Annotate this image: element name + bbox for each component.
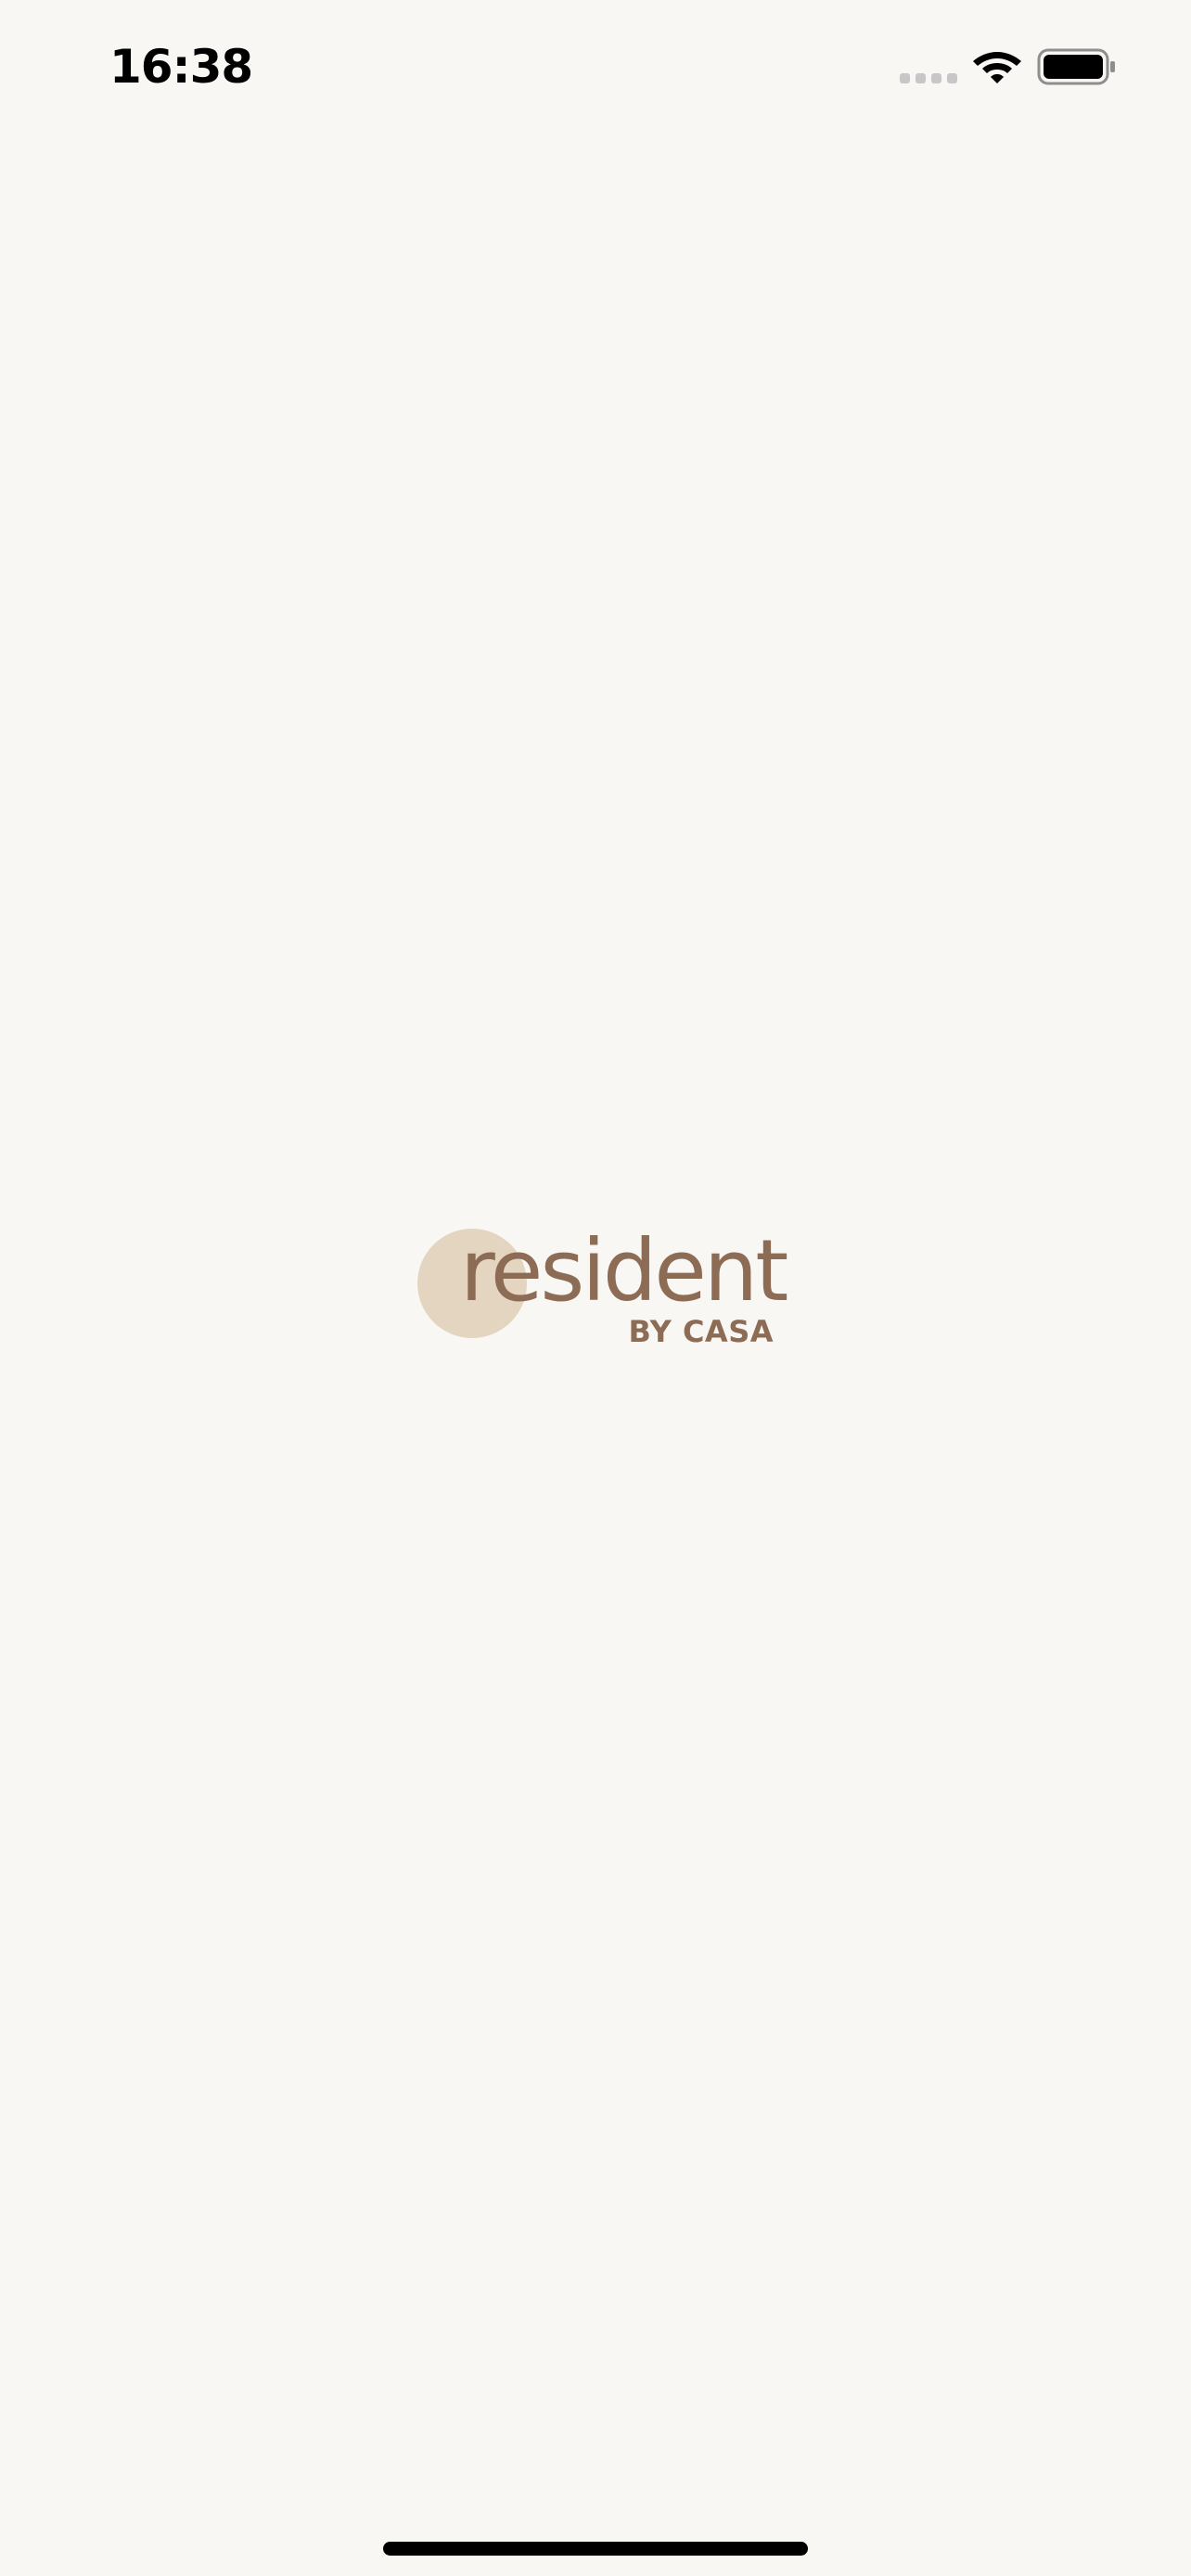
- signal-dot: [900, 73, 910, 83]
- signal-dot: [931, 73, 941, 83]
- app-logo: resident BY CASA: [417, 1221, 788, 1352]
- status-bar: 16:38: [0, 0, 1191, 130]
- battery-icon: [1037, 48, 1115, 85]
- signal-dot: [947, 73, 957, 83]
- signal-dot: [916, 73, 926, 83]
- cellular-signal-icon: [900, 73, 957, 84]
- status-time: 16:38: [109, 40, 253, 94]
- wifi-icon: [973, 52, 1021, 83]
- logo-tagline: BY CASA: [628, 1314, 774, 1349]
- home-indicator[interactable]: [383, 2542, 808, 2556]
- logo-wordmark: resident: [460, 1221, 788, 1320]
